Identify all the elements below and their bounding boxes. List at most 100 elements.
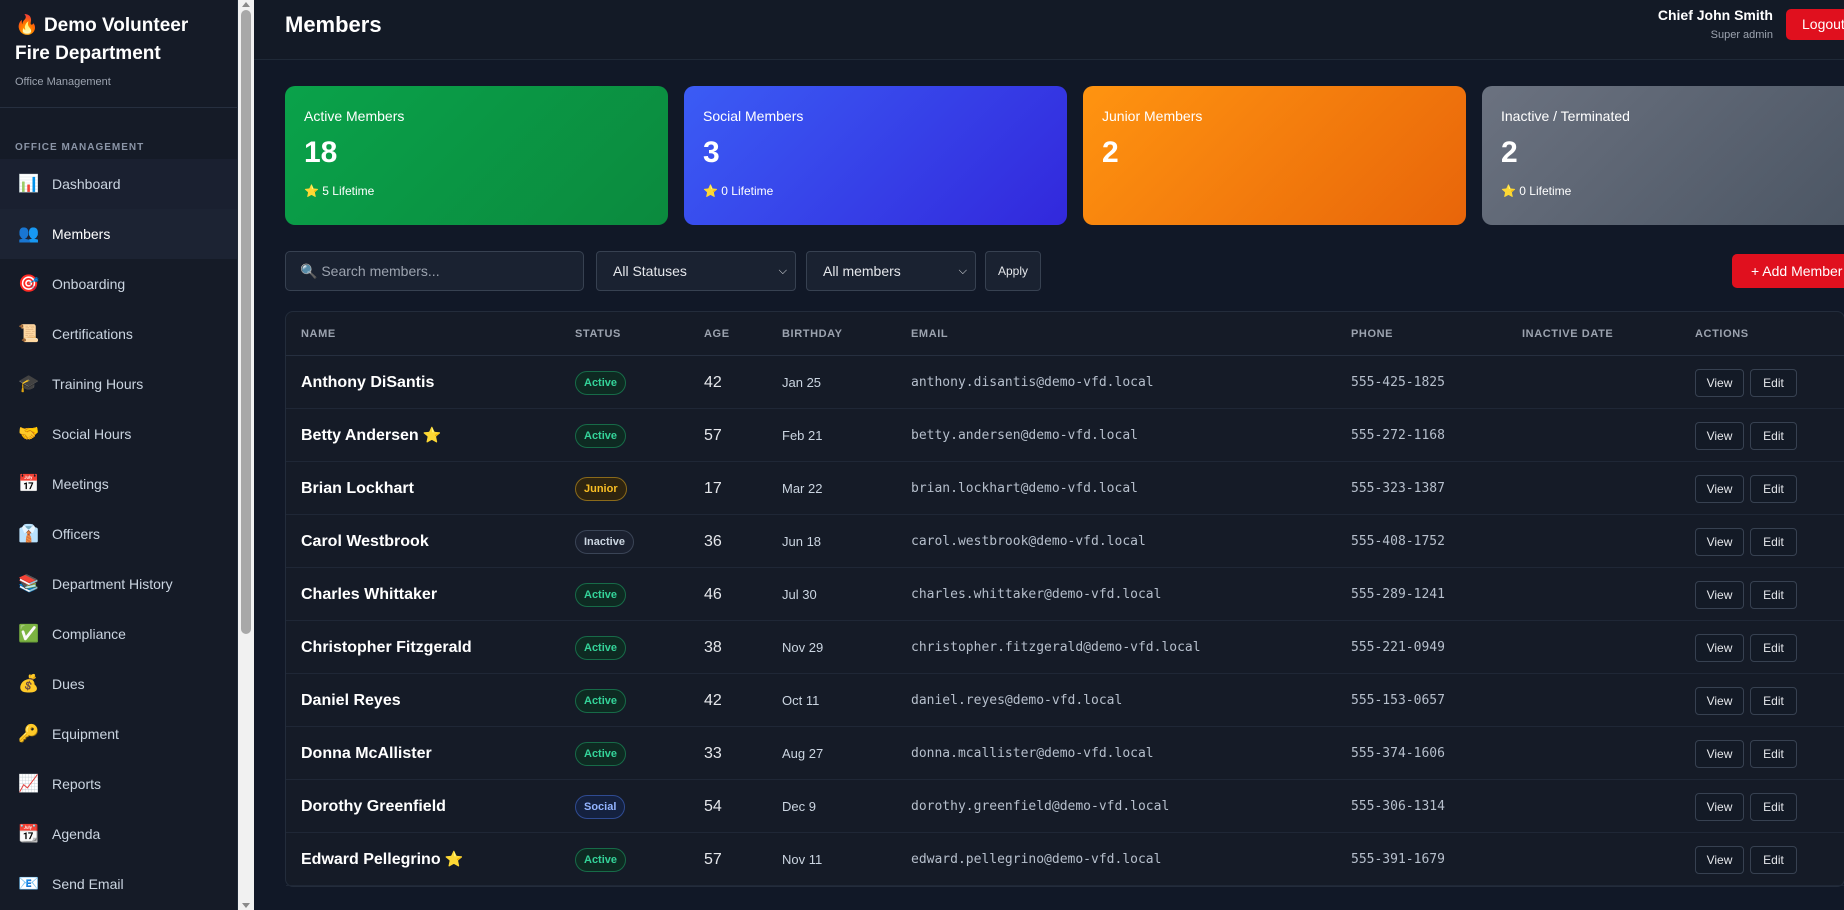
scroll-up-arrow-icon[interactable] <box>242 2 250 7</box>
members-icon: 👥 <box>18 224 40 243</box>
member-email: carol.westbrook@demo-vfd.local <box>911 534 1146 549</box>
logout-button[interactable]: Logout <box>1786 9 1844 40</box>
member-age: 17 <box>704 480 722 497</box>
chevron-down-icon: ⌵ <box>958 265 967 277</box>
member-name[interactable]: Edward Pellegrino ⭐ <box>301 833 463 886</box>
sidebar-item-agenda[interactable]: 📆 Agenda <box>0 809 237 859</box>
edit-button[interactable]: Edit <box>1750 528 1797 556</box>
table-row[interactable]: Betty Andersen ⭐ Active 57 Feb 21 betty.ande… <box>286 409 1844 462</box>
member-filter-select[interactable]: All members ⌵ <box>806 251 976 291</box>
sidebar-item-equipment[interactable]: 🔑 Equipment <box>0 709 237 759</box>
view-button[interactable]: View <box>1695 422 1744 450</box>
edit-button[interactable]: Edit <box>1750 369 1797 397</box>
column-header-status[interactable]: STATUS <box>575 328 621 340</box>
member-email: edward.pellegrino@demo-vfd.local <box>911 852 1162 867</box>
member-name[interactable]: Betty Andersen ⭐ <box>301 409 442 462</box>
view-button[interactable]: View <box>1695 634 1744 662</box>
scroll-down-arrow-icon[interactable] <box>242 903 250 908</box>
member-phone: 555-289-1241 <box>1351 587 1445 602</box>
active-members-card[interactable]: Active Members 18 ⭐ 5 Lifetime <box>285 86 668 225</box>
view-button[interactable]: View <box>1695 528 1744 556</box>
table-row[interactable]: Brian Lockhart Junior 17 Mar 22 brian.lockha… <box>286 462 1844 515</box>
view-button[interactable]: View <box>1695 846 1744 874</box>
sidebar-item-dues[interactable]: 💰 Dues <box>0 659 237 709</box>
member-birthday: Jan 25 <box>782 375 822 390</box>
status-badge: Junior <box>575 477 627 501</box>
view-button[interactable]: View <box>1695 369 1744 397</box>
certifications-icon: 📜 <box>18 324 40 343</box>
user-role: Super admin <box>1710 29 1773 41</box>
sidebar-item-certifications[interactable]: 📜 Certifications <box>0 309 237 359</box>
sidebar-item-social-hours[interactable]: 🤝 Social Hours <box>0 409 237 459</box>
member-name[interactable]: Daniel Reyes <box>301 674 401 727</box>
sidebar-scrollbar[interactable] <box>238 0 254 910</box>
member-phone: 555-408-1752 <box>1351 534 1445 549</box>
sidebar-item-dashboard[interactable]: 📊 Dashboard <box>0 159 237 209</box>
agenda-icon: 📆 <box>18 824 40 843</box>
junior-members-card[interactable]: Junior Members 2 <box>1083 86 1466 225</box>
star-icon: ⭐ <box>703 184 722 198</box>
edit-button[interactable]: Edit <box>1750 687 1797 715</box>
view-button[interactable]: View <box>1695 740 1744 768</box>
column-header-email[interactable]: EMAIL <box>911 328 948 340</box>
status-badge: Active <box>575 371 627 395</box>
table-row[interactable]: Christopher Fitzgerald Active 38 Nov 29 chri… <box>286 621 1844 674</box>
sidebar-item-label: Compliance <box>52 626 126 642</box>
member-name[interactable]: Anthony DiSantis <box>301 356 434 409</box>
table-row[interactable]: Charles Whittaker Active 46 Jul 30 charles.w… <box>286 568 1844 621</box>
social-members-card[interactable]: Social Members 3 ⭐ 0 Lifetime <box>684 86 1067 225</box>
member-name[interactable]: Charles Whittaker <box>301 568 437 621</box>
status-badge: Active <box>575 636 627 660</box>
sidebar-item-onboarding[interactable]: 🎯 Onboarding <box>0 259 237 309</box>
view-button[interactable]: View <box>1695 581 1744 609</box>
sidebar-item-meetings[interactable]: 📅 Meetings <box>0 459 237 509</box>
search-input[interactable]: 🔍 Search members... <box>285 251 584 291</box>
edit-button[interactable]: Edit <box>1750 740 1797 768</box>
view-button[interactable]: View <box>1695 687 1744 715</box>
edit-button[interactable]: Edit <box>1750 634 1797 662</box>
sidebar-item-label: Send Email <box>52 876 124 892</box>
sidebar-item-compliance[interactable]: ✅ Compliance <box>0 609 237 659</box>
sidebar-item-officers[interactable]: 👔 Officers <box>0 509 237 559</box>
stat-lifetime: ⭐ 0 Lifetime <box>703 184 1048 198</box>
table-row[interactable]: Daniel Reyes Active 42 Oct 11 daniel.reyes@d… <box>286 674 1844 727</box>
column-header-age[interactable]: AGE <box>704 328 730 340</box>
table-row[interactable]: Anthony DiSantis Active 42 Jan 25 anthony.di… <box>286 356 1844 409</box>
scroll-thumb[interactable] <box>241 10 251 634</box>
sidebar-item-department-history[interactable]: 📚 Department History <box>0 559 237 609</box>
table-row[interactable]: Donna McAllister Active 33 Aug 27 donna.mcal… <box>286 727 1844 780</box>
member-name[interactable]: Carol Westbrook <box>301 515 429 568</box>
column-header-inactive-date[interactable]: INACTIVE DATE <box>1522 328 1613 340</box>
apply-button[interactable]: Apply <box>985 251 1041 291</box>
members-table: NAME STATUS AGE BIRTHDAY EMAIL PHONE INACTIVE … <box>285 311 1844 887</box>
edit-button[interactable]: Edit <box>1750 846 1797 874</box>
sidebar-item-members[interactable]: 👥 Members <box>0 209 237 259</box>
add-member-button[interactable]: + Add Member <box>1732 254 1844 288</box>
member-name[interactable]: Donna McAllister <box>301 727 432 780</box>
member-name[interactable]: Christopher Fitzgerald <box>301 621 472 674</box>
status-filter-select[interactable]: All Statuses ⌵ <box>596 251 796 291</box>
member-name[interactable]: Brian Lockhart <box>301 462 414 515</box>
column-header-name[interactable]: NAME <box>301 328 336 340</box>
table-row[interactable]: Carol Westbrook Inactive 36 Jun 18 carol.wes… <box>286 515 1844 568</box>
edit-button[interactable]: Edit <box>1750 581 1797 609</box>
inactive-members-card[interactable]: Inactive / Terminated 2 ⭐ 0 Lifetime <box>1482 86 1844 225</box>
sidebar-item-reports[interactable]: 📈 Reports <box>0 759 237 809</box>
member-name-text: Edward Pellegrino <box>301 851 441 868</box>
sidebar-item-label: Dashboard <box>52 176 121 192</box>
table-row[interactable]: Edward Pellegrino ⭐ Active 57 Nov 11 edward.… <box>286 833 1844 886</box>
edit-button[interactable]: Edit <box>1750 475 1797 503</box>
brand-title[interactable]: 🔥 Demo Volunteer Fire Department <box>15 12 222 68</box>
edit-button[interactable]: Edit <box>1750 422 1797 450</box>
sidebar-item-training-hours[interactable]: 🎓 Training Hours <box>0 359 237 409</box>
member-name-text: Donna McAllister <box>301 745 432 762</box>
edit-button[interactable]: Edit <box>1750 793 1797 821</box>
column-header-phone[interactable]: PHONE <box>1351 328 1393 340</box>
column-header-birthday[interactable]: BIRTHDAY <box>782 328 843 340</box>
view-button[interactable]: View <box>1695 793 1744 821</box>
sidebar-item-send-email[interactable]: 📧 Send Email <box>0 859 237 909</box>
view-button[interactable]: View <box>1695 475 1744 503</box>
member-name[interactable]: Dorothy Greenfield <box>301 780 446 833</box>
top-bar: Members Chief John Smith Super admin Log… <box>254 0 1844 60</box>
table-row[interactable]: Dorothy Greenfield Social 54 Dec 9 dorothy.g… <box>286 780 1844 833</box>
